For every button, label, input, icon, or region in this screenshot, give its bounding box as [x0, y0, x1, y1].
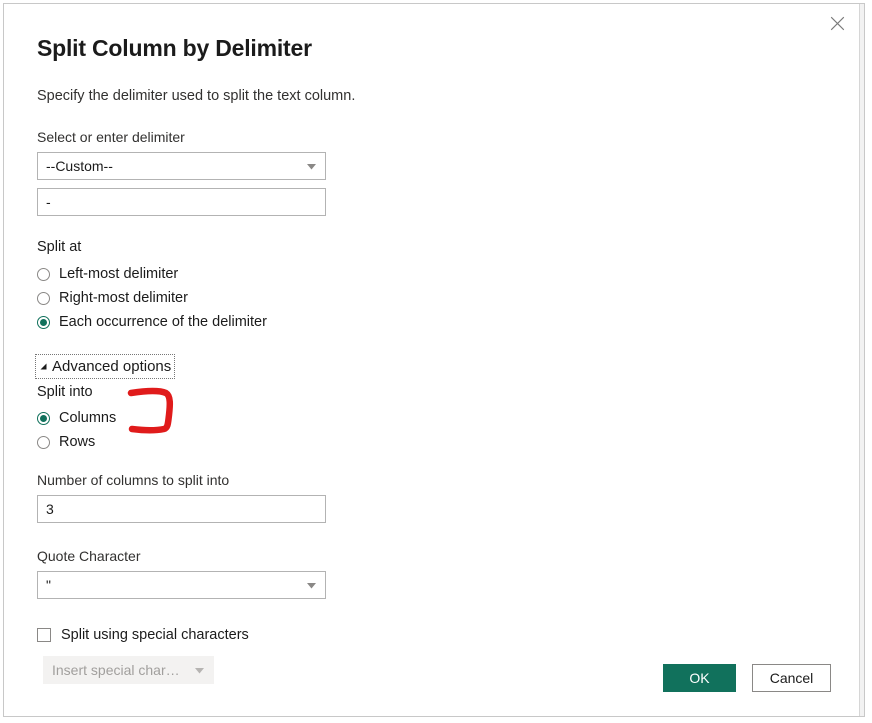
insert-special-character-select: Insert special character — [43, 656, 214, 684]
dialog-footer: OK Cancel — [663, 664, 831, 692]
radio-each-occurrence[interactable]: Each occurrence of the delimiter — [37, 310, 597, 334]
split-at-group: Split at Left-most delimiter Right-most … — [37, 237, 597, 334]
radio-label: Each occurrence of the delimiter — [59, 312, 267, 332]
close-icon — [830, 16, 845, 31]
page-title: Split Column by Delimiter — [37, 32, 597, 64]
dialog-scrollbar[interactable] — [859, 4, 864, 716]
delimiter-select-label: Select or enter delimiter — [37, 128, 597, 147]
radio-label: Left-most delimiter — [59, 264, 178, 284]
radio-split-into-columns[interactable]: Columns — [37, 406, 597, 430]
ok-button[interactable]: OK — [663, 664, 736, 692]
checkbox-split-special-characters[interactable]: Split using special characters — [37, 623, 597, 647]
chevron-down-icon — [193, 664, 205, 676]
advanced-options-toggle[interactable]: Advanced options — [37, 356, 173, 377]
radio-label: Columns — [59, 408, 116, 428]
chevron-down-icon — [305, 579, 317, 591]
dialog-content: Split Column by Delimiter Specify the de… — [37, 4, 597, 684]
radio-split-into-rows[interactable]: Rows — [37, 430, 597, 454]
delimiter-select-value: --Custom-- — [46, 153, 113, 179]
checkbox-label: Split using special characters — [61, 625, 249, 645]
split-at-label: Split at — [37, 237, 597, 257]
split-column-dialog: Split Column by Delimiter Specify the de… — [3, 3, 865, 717]
radio-label: Rows — [59, 432, 95, 452]
delimiter-select[interactable]: --Custom-- — [37, 152, 326, 180]
radio-indicator[interactable] — [37, 292, 50, 305]
quote-character-label: Quote Character — [37, 547, 597, 566]
dialog-description: Specify the delimiter used to split the … — [37, 86, 597, 106]
advanced-options-label: Advanced options — [52, 357, 171, 376]
quote-character-select[interactable]: " — [37, 571, 326, 599]
columns-count-label: Number of columns to split into — [37, 471, 597, 490]
radio-left-most-delimiter[interactable]: Left-most delimiter — [37, 262, 597, 286]
columns-count-value: 3 — [46, 496, 54, 522]
radio-indicator[interactable] — [37, 412, 50, 425]
close-button[interactable] — [820, 8, 854, 38]
radio-label: Right-most delimiter — [59, 288, 188, 308]
checkbox-indicator[interactable] — [37, 628, 51, 642]
cancel-button-label: Cancel — [770, 670, 814, 686]
custom-delimiter-value: - — [46, 189, 51, 215]
columns-count-input[interactable]: 3 — [37, 495, 326, 523]
insert-special-character-value: Insert special character — [52, 657, 187, 683]
cancel-button[interactable]: Cancel — [752, 664, 831, 692]
split-into-group: Split into Columns Rows — [37, 382, 597, 454]
radio-indicator[interactable] — [37, 316, 50, 329]
radio-right-most-delimiter[interactable]: Right-most delimiter — [37, 286, 597, 310]
quote-character-value: " — [46, 572, 51, 598]
advanced-options-section: Advanced options Split into Columns Rows… — [37, 356, 597, 684]
custom-delimiter-input[interactable]: - — [37, 188, 326, 216]
split-into-label: Split into — [37, 382, 597, 402]
chevron-down-icon — [305, 160, 317, 172]
collapse-triangle-icon — [38, 362, 48, 372]
radio-indicator[interactable] — [37, 268, 50, 281]
radio-indicator[interactable] — [37, 436, 50, 449]
ok-button-label: OK — [689, 670, 709, 686]
